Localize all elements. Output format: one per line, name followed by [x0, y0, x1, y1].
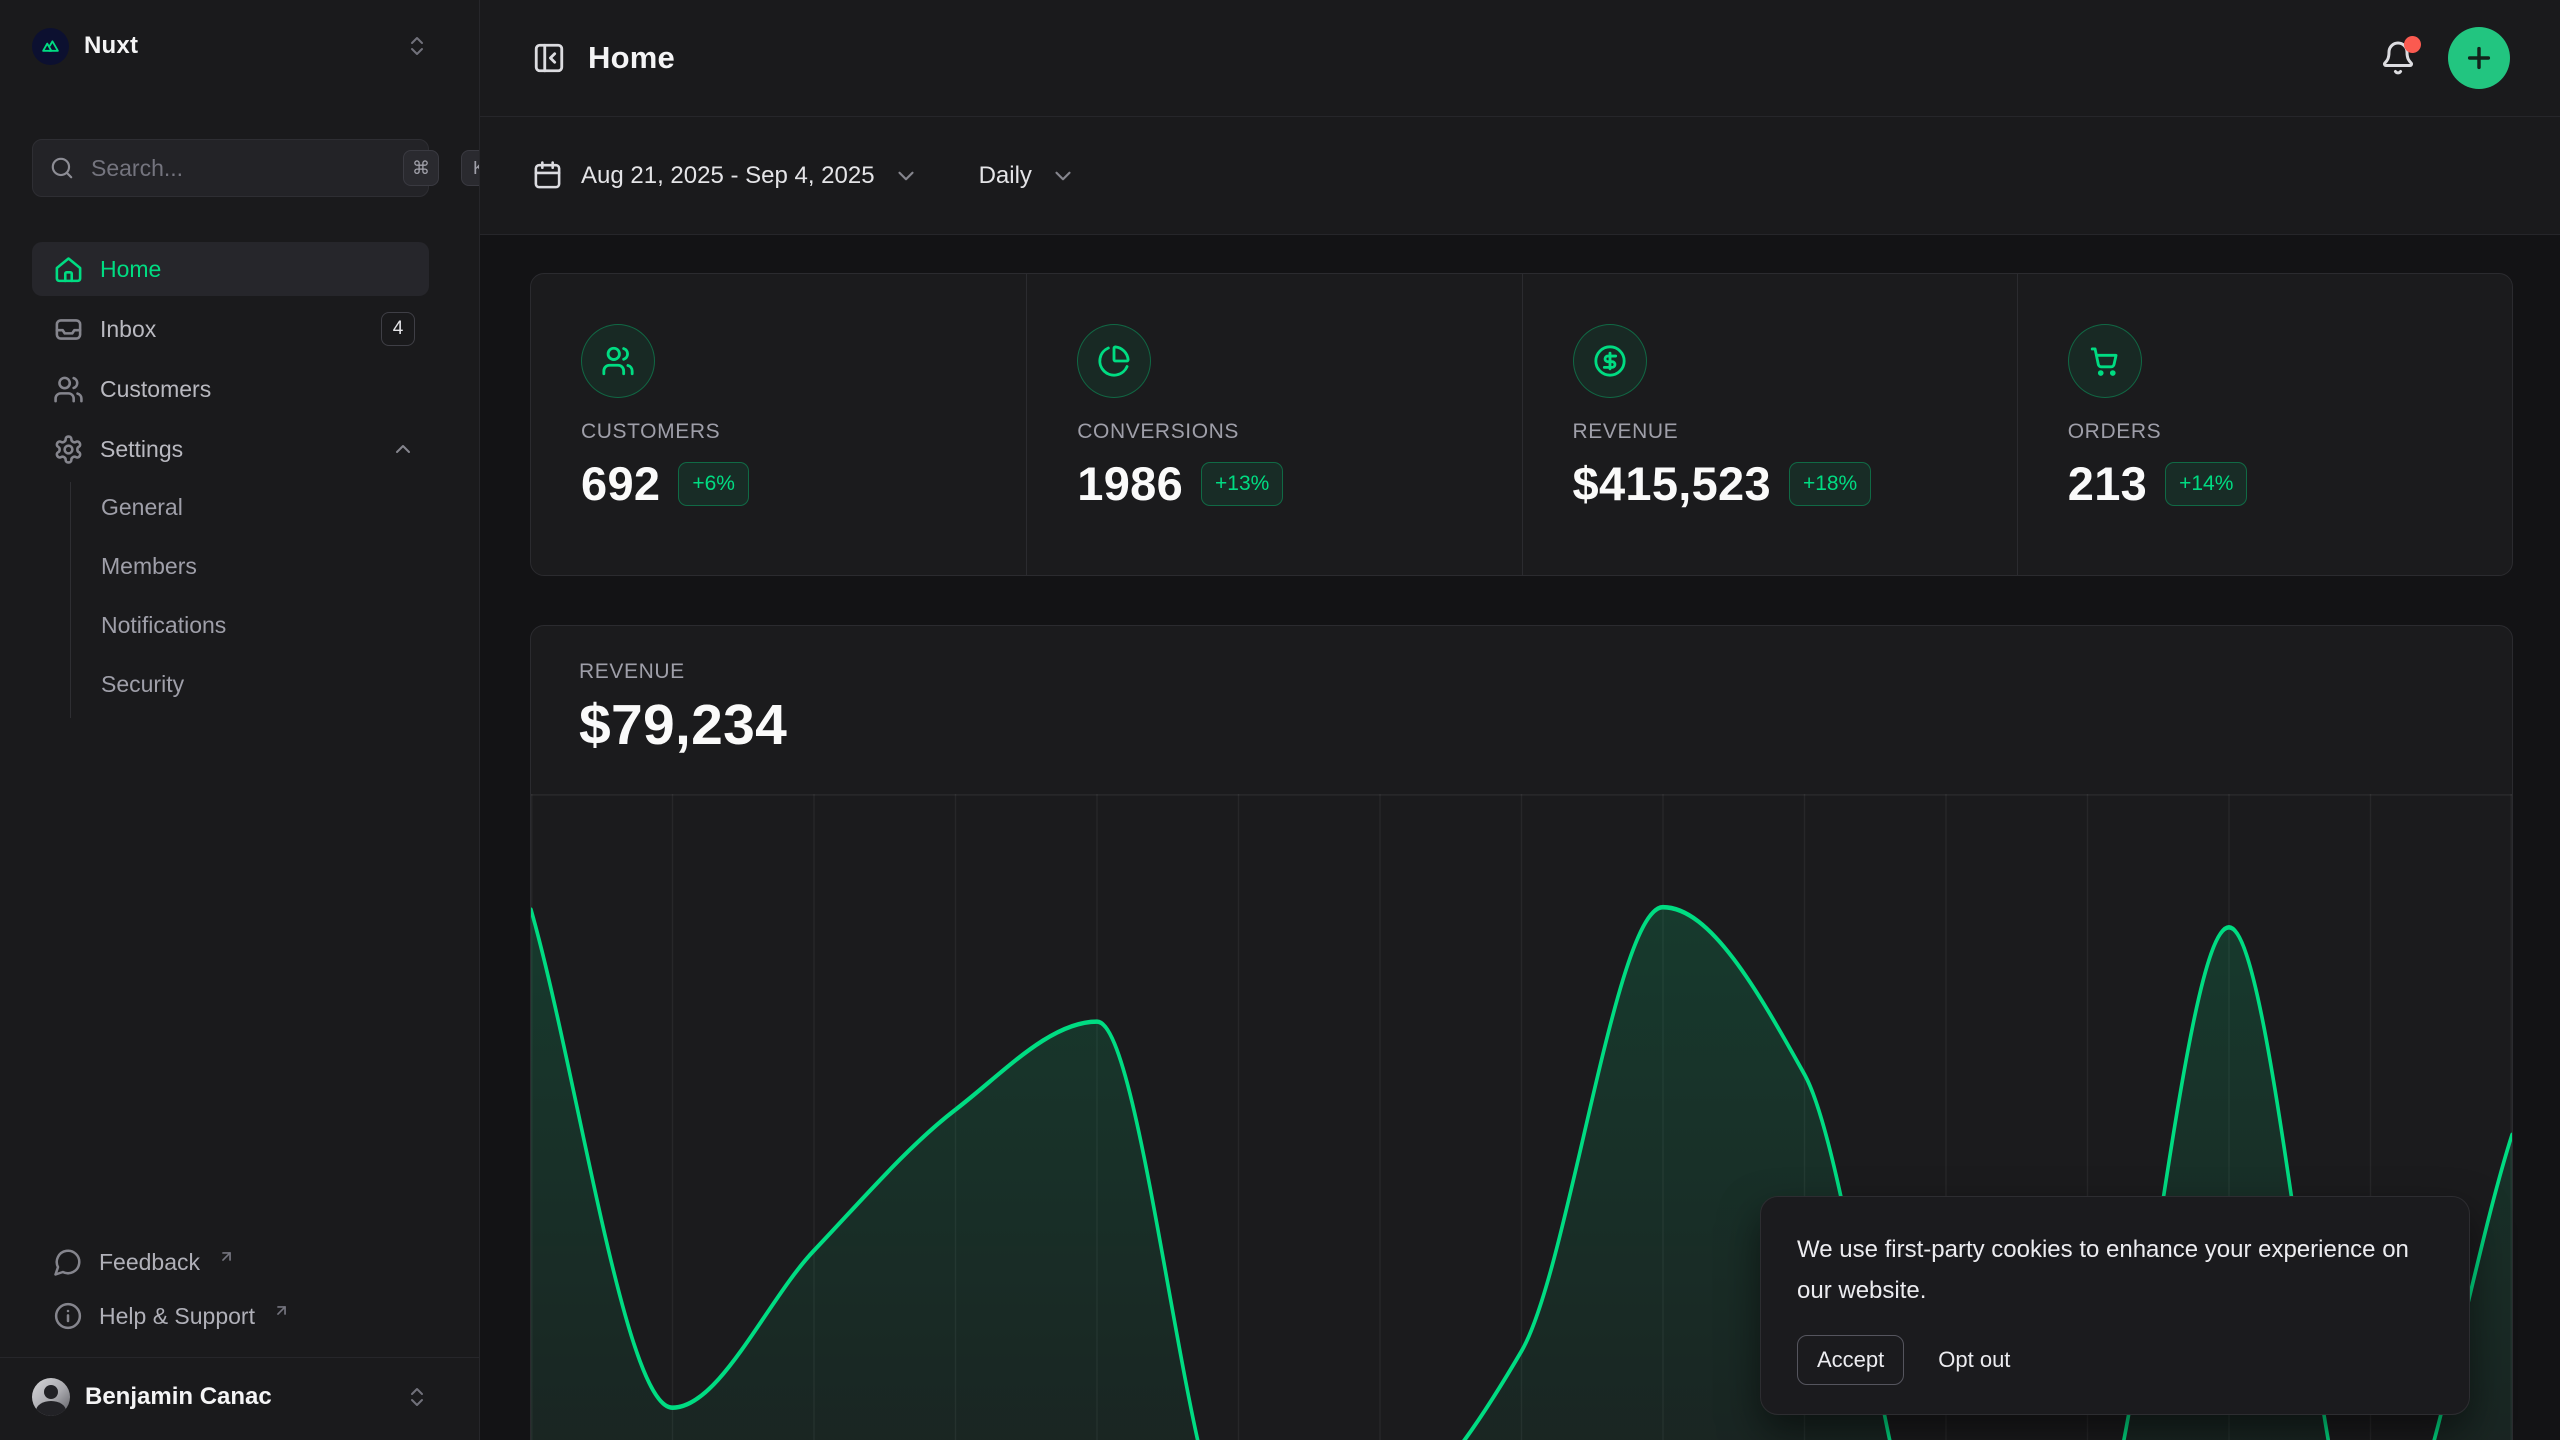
- chevron-up-icon[interactable]: [391, 437, 415, 461]
- inbox-count-badge: 4: [381, 312, 415, 346]
- user-name: Benjamin Canac: [85, 1383, 272, 1411]
- notification-dot: [2404, 36, 2421, 53]
- chevron-down-icon: [1050, 163, 1076, 189]
- chevrons-up-down-icon: [405, 34, 429, 58]
- sidebar-item-members[interactable]: Members: [101, 541, 429, 591]
- sidebar: Nuxt ⌘ K: [0, 0, 480, 1440]
- sidebar-item-home[interactable]: Home: [32, 242, 429, 296]
- period-label: Daily: [979, 162, 1032, 190]
- filters-toolbar: Aug 21, 2025 - Sep 4, 2025 Daily: [480, 117, 2560, 235]
- dollar-circle-icon: [1573, 324, 1647, 398]
- sidebar-item-label: Settings: [100, 436, 183, 463]
- stat-label: ORDERS: [2068, 420, 2462, 444]
- chart-label: REVENUE: [579, 660, 2464, 684]
- stat-card-conversions[interactable]: CONVERSIONS 1986 +13%: [1026, 274, 1521, 575]
- revenue-chart-header: REVENUE $79,234: [531, 626, 2512, 758]
- settings-subnav: General Members Notifications Security: [70, 482, 429, 718]
- link-label: Help & Support: [99, 1303, 255, 1330]
- search-input-wrap[interactable]: ⌘ K: [32, 139, 429, 197]
- sidebar-item-settings[interactable]: Settings: [32, 422, 429, 476]
- link-label: Feedback: [99, 1249, 200, 1276]
- chevrons-up-down-icon: [405, 1385, 429, 1409]
- stat-value: 1986: [1077, 456, 1183, 511]
- help-support-link[interactable]: Help & Support: [32, 1289, 429, 1343]
- stat-delta-badge: +13%: [1201, 462, 1283, 506]
- panel-left-close-icon[interactable]: [532, 41, 566, 75]
- cookie-actions: Accept Opt out: [1797, 1335, 2429, 1385]
- feedback-link[interactable]: Feedback: [32, 1235, 429, 1289]
- stat-label: REVENUE: [1573, 420, 1967, 444]
- chevron-down-icon: [893, 163, 919, 189]
- info-circle-icon: [53, 1301, 83, 1331]
- page-title: Home: [588, 40, 675, 76]
- opt-out-button[interactable]: Opt out: [1938, 1347, 2010, 1373]
- stat-value: 213: [2068, 456, 2147, 511]
- date-range-picker[interactable]: Aug 21, 2025 - Sep 4, 2025: [532, 160, 919, 191]
- stat-delta-badge: +6%: [678, 462, 749, 506]
- chart-value: $79,234: [579, 692, 2464, 758]
- stat-card-customers[interactable]: CUSTOMERS 692 +6%: [531, 274, 1026, 575]
- cookie-banner: We use first-party cookies to enhance yo…: [1760, 1196, 2470, 1415]
- nuxt-logo-icon: [32, 28, 69, 65]
- sidebar-item-inbox[interactable]: Inbox 4: [32, 302, 429, 356]
- team-switcher[interactable]: Nuxt: [32, 26, 429, 66]
- sidebar-item-customers[interactable]: Customers: [32, 362, 429, 416]
- notifications-bell-icon[interactable]: [2376, 36, 2420, 80]
- gear-icon: [53, 434, 84, 465]
- stat-card-orders[interactable]: ORDERS 213 +14%: [2017, 274, 2512, 575]
- add-button[interactable]: [2448, 27, 2510, 89]
- period-select[interactable]: Daily: [979, 162, 1076, 190]
- users-icon: [53, 374, 84, 405]
- sidebar-item-security[interactable]: Security: [101, 659, 429, 709]
- external-link-icon: [218, 1248, 235, 1265]
- sidebar-item-label: Inbox: [100, 316, 156, 343]
- avatar: [32, 1378, 70, 1416]
- stat-card-revenue[interactable]: REVENUE $415,523 +18%: [1522, 274, 2017, 575]
- pie-chart-icon: [1077, 324, 1151, 398]
- house-icon: [53, 254, 84, 285]
- message-circle-icon: [53, 1247, 83, 1277]
- stats-cards: CUSTOMERS 692 +6% CONVERSIONS 1986 +13%: [530, 273, 2513, 576]
- search-input[interactable]: [91, 155, 387, 182]
- sidebar-nav: Home Inbox 4: [32, 242, 429, 724]
- sidebar-content: Nuxt ⌘ K: [0, 0, 479, 1357]
- cookie-message: We use first-party cookies to enhance yo…: [1797, 1229, 2429, 1311]
- stat-value: 692: [581, 456, 660, 511]
- sidebar-item-label: Customers: [100, 376, 211, 403]
- kbd-cmd: ⌘: [403, 150, 439, 186]
- page-header: Home: [480, 0, 2560, 117]
- stat-delta-badge: +14%: [2165, 462, 2247, 506]
- external-link-icon: [273, 1302, 290, 1319]
- user-menu[interactable]: Benjamin Canac: [0, 1357, 479, 1440]
- stat-label: CUSTOMERS: [581, 420, 976, 444]
- stat-delta-badge: +18%: [1789, 462, 1871, 506]
- stat-label: CONVERSIONS: [1077, 420, 1471, 444]
- sidebar-item-label: Home: [100, 256, 161, 283]
- users-icon: [581, 324, 655, 398]
- sidebar-item-notifications[interactable]: Notifications: [101, 600, 429, 650]
- search-icon: [49, 155, 75, 181]
- inbox-icon: [53, 314, 84, 345]
- sidebar-item-general[interactable]: General: [101, 482, 429, 532]
- kbd-k: K: [461, 150, 479, 186]
- stat-value: $415,523: [1573, 456, 1771, 511]
- date-range-label: Aug 21, 2025 - Sep 4, 2025: [581, 162, 875, 190]
- header-actions: [2376, 27, 2510, 89]
- calendar-icon: [532, 160, 563, 191]
- cart-icon: [2068, 324, 2142, 398]
- accept-button[interactable]: Accept: [1797, 1335, 1904, 1385]
- brand-name: Nuxt: [84, 32, 138, 60]
- sidebar-footer-links: Feedback Help & Support: [32, 1235, 429, 1343]
